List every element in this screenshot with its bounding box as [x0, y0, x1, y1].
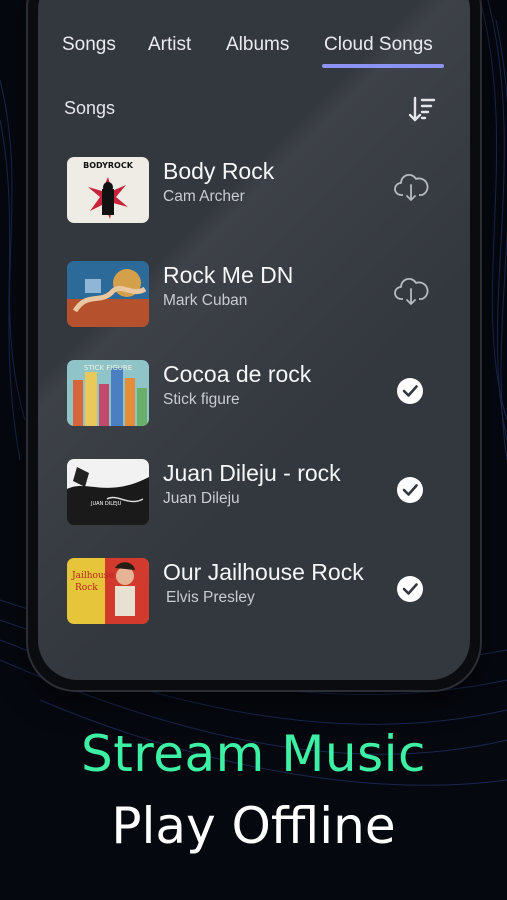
album-cover: STICK FIGURE — [67, 360, 149, 426]
tab-cloud-songs[interactable]: Cloud Songs — [324, 34, 433, 56]
song-artist: Elvis Presley — [166, 589, 255, 606]
tab-songs[interactable]: Songs — [62, 34, 116, 56]
downloaded-indicator[interactable] — [393, 571, 429, 607]
svg-text:JUAN DILEJU: JUAN DILEJU — [90, 501, 122, 507]
song-row[interactable]: STICK FIGURE Cocoa de rock Stick figure — [38, 357, 470, 437]
tab-artist[interactable]: Artist — [148, 34, 191, 56]
active-tab-indicator — [322, 64, 444, 68]
section-label: Songs — [64, 98, 116, 118]
cloud-download-icon — [394, 277, 429, 305]
cloud-download-icon — [394, 173, 429, 201]
album-cover — [67, 261, 149, 327]
song-row[interactable]: Rock Me DN Mark Cuban — [38, 258, 470, 338]
download-button[interactable] — [393, 170, 429, 206]
album-cover: JUAN DILEJU — [67, 459, 149, 525]
tagline-secondary: Play Offline — [111, 797, 396, 855]
album-cover: BODYROCK — [67, 157, 149, 223]
song-title: Rock Me DN — [163, 262, 294, 288]
check-circle-icon — [397, 477, 423, 503]
check-circle-icon — [397, 576, 423, 602]
song-title: Cocoa de rock — [163, 361, 312, 387]
song-title: Body Rock — [163, 158, 275, 184]
tab-bar: Songs Artist Albums Cloud Songs — [38, 34, 470, 74]
song-title: Our Jailhouse Rock — [163, 559, 364, 585]
svg-text:STICK FIGURE: STICK FIGURE — [84, 364, 132, 372]
downloaded-indicator[interactable] — [393, 472, 429, 508]
phone-frame: Songs Artist Albums Cloud Songs Songs BO… — [28, 0, 480, 690]
song-row[interactable]: JUAN DILEJU Juan Dileju - rock Juan Dile… — [38, 456, 470, 536]
song-row[interactable]: BODYROCK Body Rock Cam Archer — [38, 154, 470, 234]
check-circle-icon — [397, 378, 423, 404]
svg-text:Rock: Rock — [75, 583, 98, 593]
app-screen: Songs Artist Albums Cloud Songs Songs BO… — [38, 0, 470, 680]
sort-button[interactable] — [407, 95, 437, 125]
song-title: Juan Dileju - rock — [163, 460, 341, 486]
song-artist: Mark Cuban — [163, 292, 248, 309]
sort-icon — [408, 96, 436, 122]
song-artist: Juan Dileju — [163, 490, 240, 507]
tab-albums[interactable]: Albums — [226, 34, 289, 56]
svg-text:BODYROCK: BODYROCK — [83, 161, 134, 170]
svg-text:Jailhouse: Jailhouse — [71, 571, 114, 581]
song-artist: Stick figure — [163, 391, 240, 408]
song-artist: Cam Archer — [163, 188, 245, 205]
tagline-primary: Stream Music — [80, 725, 427, 783]
downloaded-indicator[interactable] — [393, 373, 429, 409]
download-button[interactable] — [393, 274, 429, 310]
album-cover: Jailhouse Rock — [67, 558, 149, 624]
song-row[interactable]: Jailhouse Rock Our Jailhouse Rock Elvis … — [38, 555, 470, 635]
